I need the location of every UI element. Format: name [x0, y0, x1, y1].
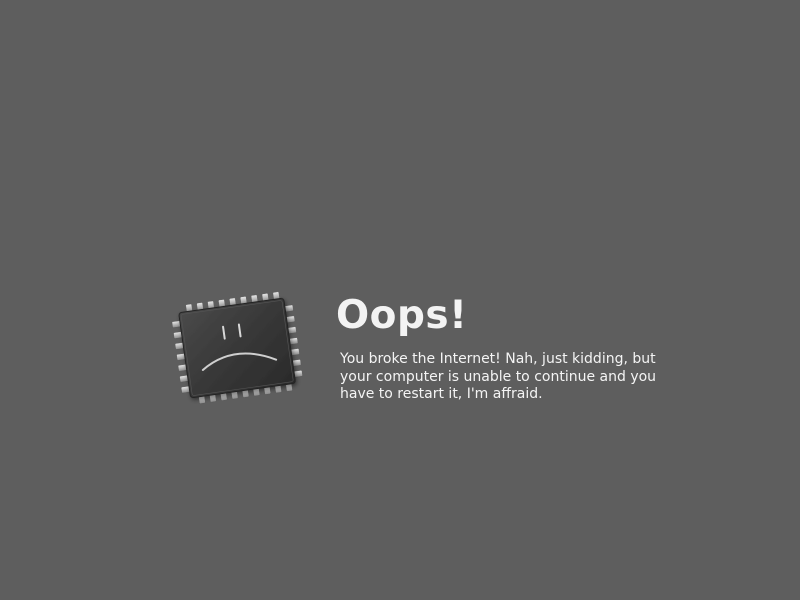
kernel-panic-screen: Oops! You broke the Internet! Nah, just … [0, 0, 800, 600]
error-message-block: Oops! You broke the Internet! Nah, just … [336, 293, 676, 404]
error-description: You broke the Internet! Nah, just kiddin… [340, 351, 657, 402]
sad-chip-icon [162, 285, 312, 410]
error-title: Oops! [336, 293, 468, 338]
